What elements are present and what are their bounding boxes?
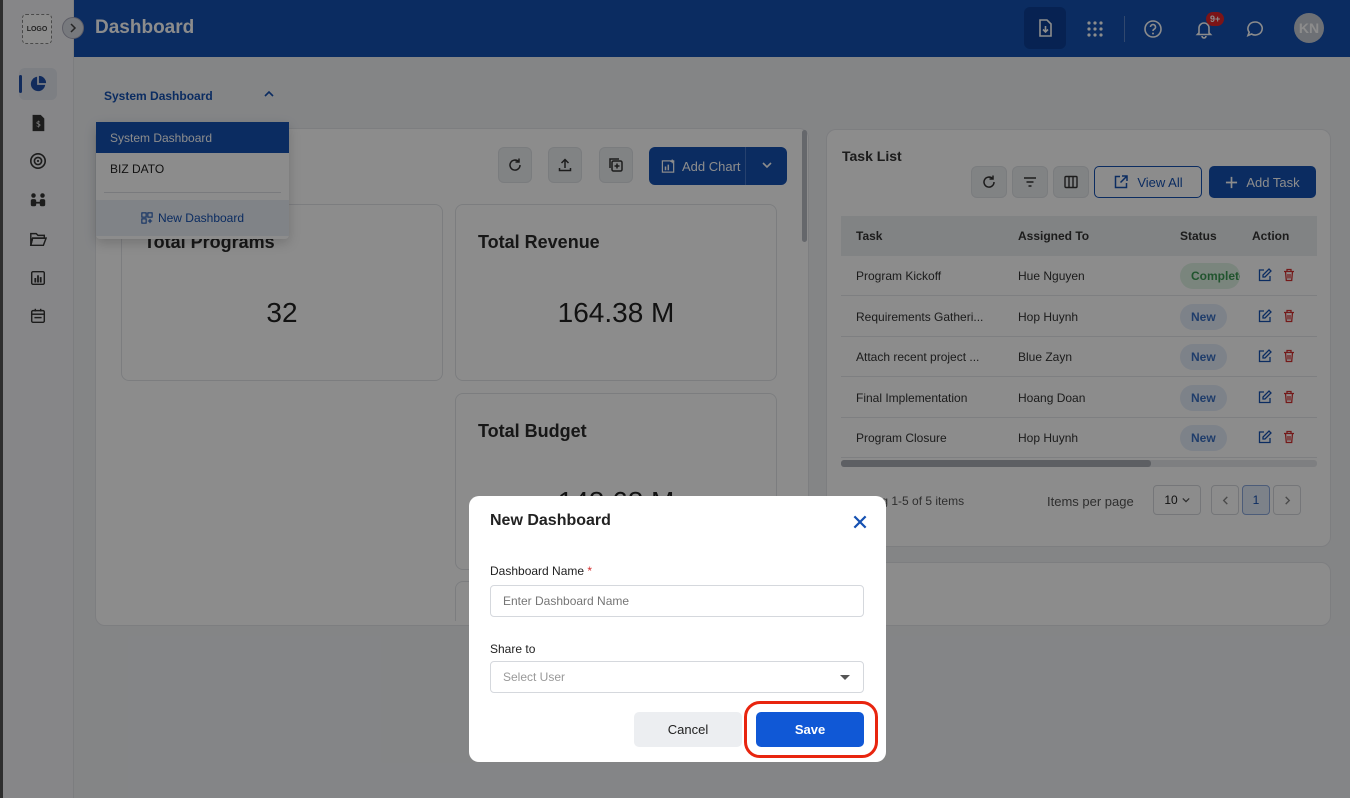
cancel-button[interactable]: Cancel (634, 712, 742, 747)
save-button-highlight (744, 701, 878, 758)
share-to-placeholder: Select User (503, 670, 566, 684)
dashboard-name-input[interactable] (490, 585, 864, 617)
dashboard-name-label-text: Dashboard Name (490, 564, 585, 578)
modal-title: New Dashboard (490, 512, 611, 529)
dashboard-name-label: Dashboard Name * (490, 564, 592, 578)
new-dashboard-modal: New Dashboard Dashboard Name * Share to … (469, 496, 886, 762)
caret-down-icon (840, 675, 850, 680)
share-to-label: Share to (490, 642, 536, 656)
close-icon[interactable] (851, 513, 869, 531)
share-to-select[interactable]: Select User (490, 661, 864, 693)
required-mark: * (587, 564, 593, 578)
